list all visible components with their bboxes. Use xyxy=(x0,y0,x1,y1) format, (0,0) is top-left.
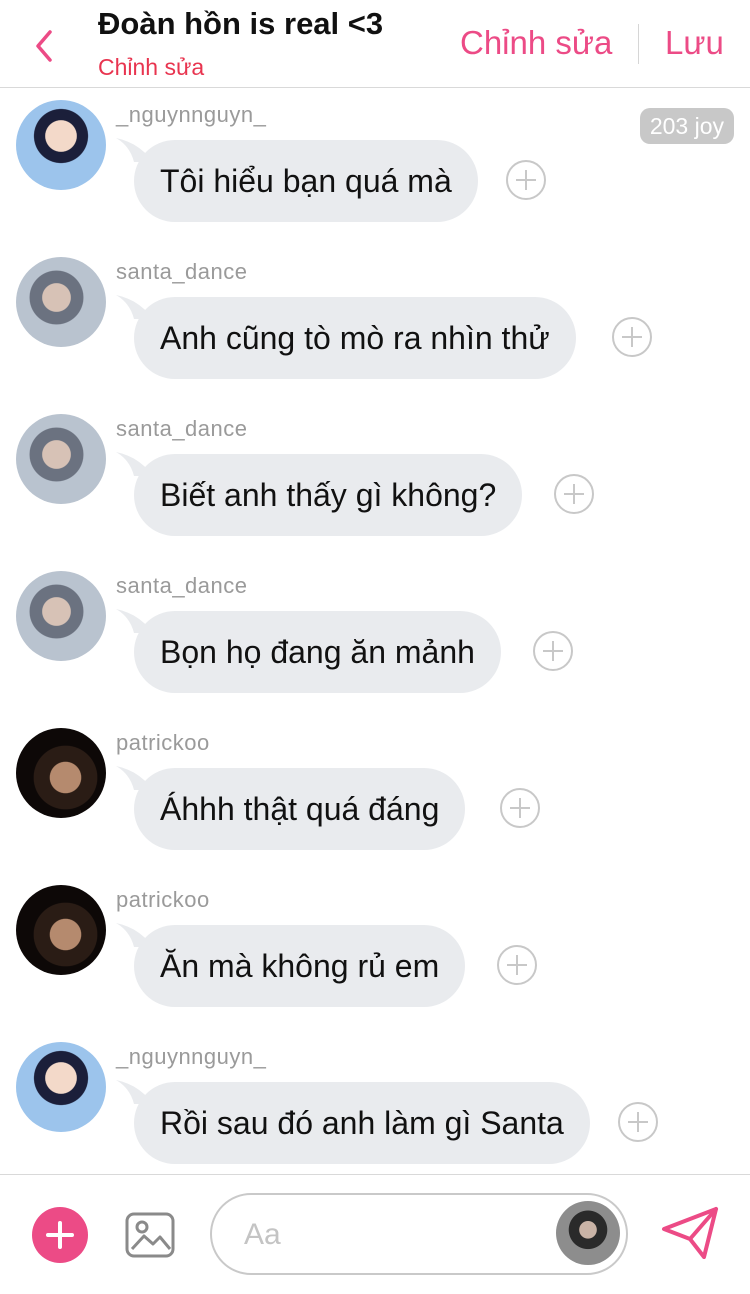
message-username: santa_dance xyxy=(116,416,248,441)
save-button[interactable]: Lưu xyxy=(665,24,724,62)
message-bubble[interactable]: Anh cũng tò mò ra nhìn thử xyxy=(134,297,576,379)
add-reaction-icon[interactable] xyxy=(554,474,594,514)
chat-subtitle: Chỉnh sửa xyxy=(98,54,205,80)
add-reaction-icon[interactable] xyxy=(612,317,652,357)
message-row: santa_dance Bọn họ đang ăn mảnh xyxy=(0,559,750,716)
avatar[interactable] xyxy=(16,100,106,190)
message-bubble[interactable]: Tôi hiểu bạn quá mà xyxy=(134,140,478,222)
add-button[interactable] xyxy=(32,1207,88,1263)
send-icon[interactable] xyxy=(660,1205,720,1261)
message-bubble[interactable]: Bọn họ đang ăn mảnh xyxy=(134,611,501,693)
add-reaction-icon[interactable] xyxy=(533,631,573,671)
avatar[interactable] xyxy=(16,885,106,975)
message-username: _nguynnguyn_ xyxy=(116,102,267,127)
message-username: santa_dance xyxy=(116,259,248,284)
message-input-wrapper xyxy=(210,1193,628,1275)
message-username: santa_dance xyxy=(116,573,248,598)
message-list[interactable]: _nguynnguyn_ Tôi hiểu bạn quá mà 203 joy… xyxy=(0,88,750,1174)
chat-title: Đoàn hồn is real <3 xyxy=(98,6,384,41)
back-button[interactable] xyxy=(22,24,66,68)
message-row: _nguynnguyn_ Tôi hiểu bạn quá mà 203 joy xyxy=(0,88,750,245)
header-divider xyxy=(638,24,639,64)
joy-badge: 203 joy xyxy=(639,108,734,144)
message-bubble[interactable]: Biết anh thấy gì không? xyxy=(134,454,523,536)
message-row: _nguynnguyn_ Rồi sau đó anh làm gì Santa xyxy=(0,1030,750,1174)
chevron-left-icon xyxy=(36,30,52,62)
composer-bar xyxy=(0,1174,750,1294)
message-username: patrickoo xyxy=(116,887,210,912)
message-row: santa_dance Anh cũng tò mò ra nhìn thử xyxy=(0,245,750,402)
message-username: patrickoo xyxy=(116,730,210,755)
message-username: _nguynnguyn_ xyxy=(116,1044,267,1069)
message-bubble[interactable]: Áhhh thật quá đáng xyxy=(134,768,466,850)
message-input[interactable] xyxy=(242,1195,546,1275)
message-bubble[interactable]: Ăn mà không rủ em xyxy=(134,925,466,1007)
chat-header: Đoàn hồn is real <3 Chỉnh sửa Chỉnh sửa … xyxy=(0,0,750,88)
message-row: patrickoo Ăn mà không rủ em xyxy=(0,873,750,1030)
avatar[interactable] xyxy=(16,414,106,504)
add-reaction-icon[interactable] xyxy=(497,945,537,985)
add-reaction-icon[interactable] xyxy=(500,788,540,828)
message-bubble[interactable]: Rồi sau đó anh làm gì Santa xyxy=(134,1082,590,1164)
add-reaction-icon[interactable] xyxy=(506,160,546,200)
message-row: santa_dance Biết anh thấy gì không? xyxy=(0,402,750,559)
plus-circle-icon xyxy=(46,1221,74,1249)
avatar[interactable] xyxy=(16,1042,106,1132)
avatar[interactable] xyxy=(556,1201,620,1265)
image-icon[interactable] xyxy=(124,1209,176,1261)
avatar[interactable] xyxy=(16,728,106,818)
message-row: patrickoo Áhhh thật quá đáng xyxy=(0,716,750,873)
edit-button[interactable]: Chỉnh sửa xyxy=(460,24,612,62)
avatar[interactable] xyxy=(16,257,106,347)
add-reaction-icon[interactable] xyxy=(618,1102,658,1142)
avatar[interactable] xyxy=(16,571,106,661)
